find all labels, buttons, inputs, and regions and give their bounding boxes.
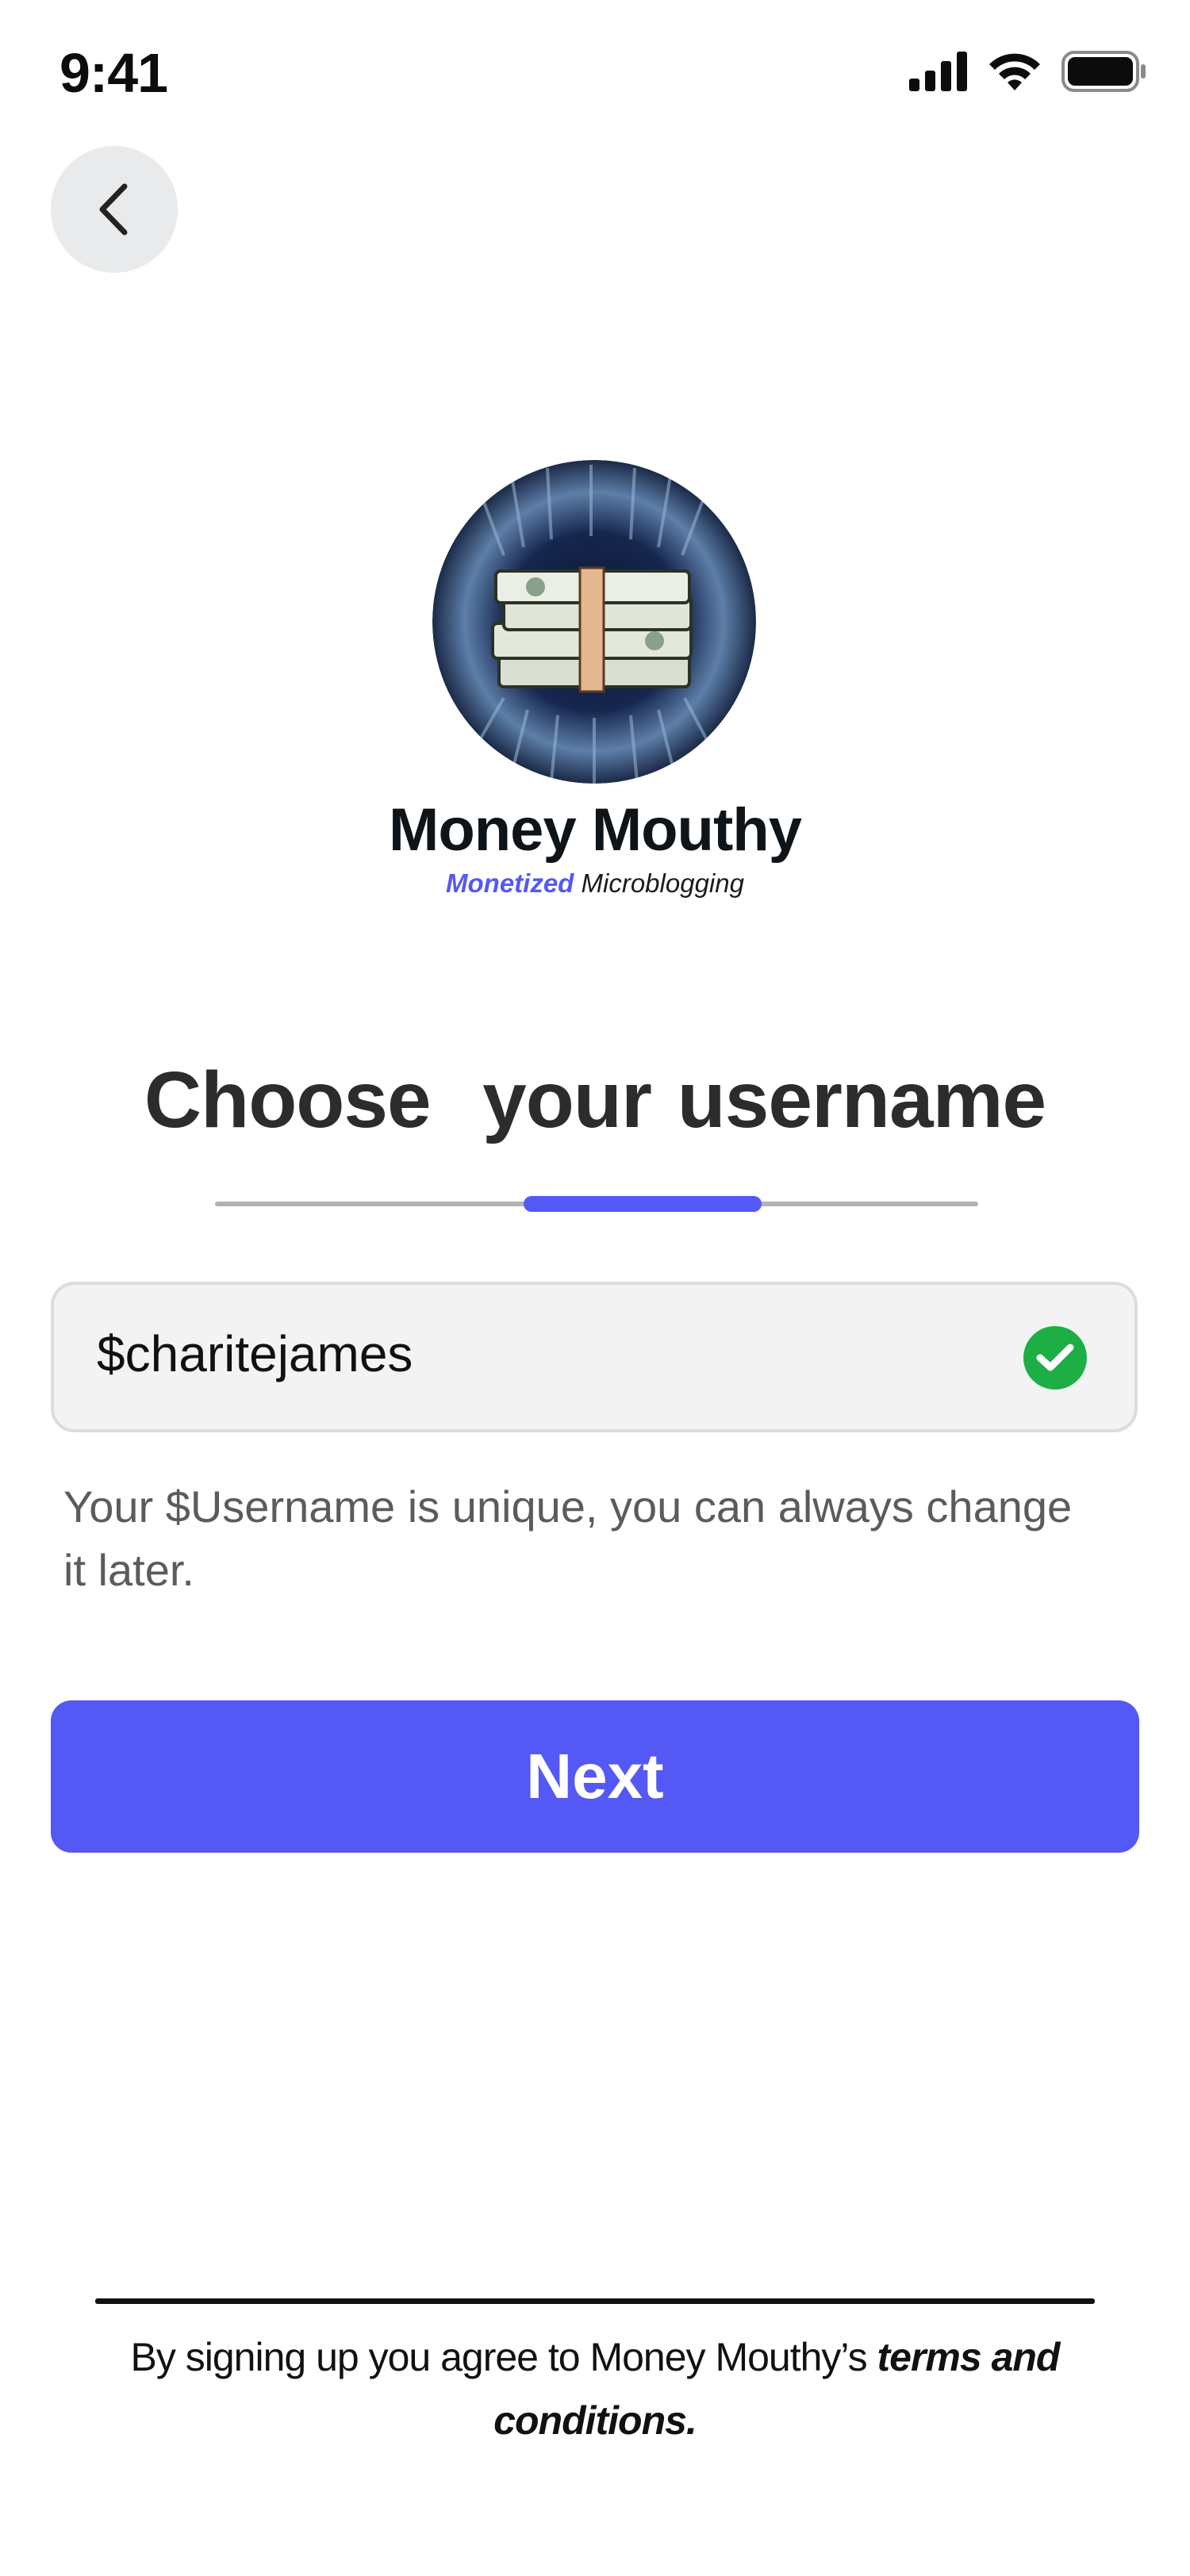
status-time: 9:41 — [60, 42, 168, 104]
status-icons — [909, 51, 1147, 92]
page-title: Choose your username — [144, 1056, 1046, 1144]
back-button[interactable] — [51, 146, 178, 273]
footer-divider — [95, 2298, 1095, 2304]
app-logo — [432, 460, 756, 784]
next-button[interactable]: Next — [51, 1700, 1139, 1853]
terms-notice: By signing up you agree to Money Mouthy’… — [119, 2325, 1071, 2452]
progress-indicator — [524, 1196, 762, 1212]
wifi-icon — [989, 53, 1040, 90]
brand-tagline-rest: Microblogging — [574, 868, 744, 898]
username-value[interactable]: $charitejames — [97, 1324, 890, 1383]
brand-tagline: Monetized Microblogging — [0, 868, 1190, 899]
battery-icon — [1061, 51, 1146, 92]
check-circle-icon — [1023, 1326, 1087, 1390]
brand-tagline-highlight: Monetized — [446, 868, 574, 898]
username-helper-text: Your $Username is unique, you can always… — [63, 1482, 1073, 1595]
cellular-signal-icon — [909, 52, 967, 91]
chevron-left-icon — [99, 183, 128, 236]
terms-prefix: By signing up you agree to Money Mouthy’… — [130, 2335, 877, 2379]
brand-name: Money Mouthy — [389, 796, 802, 864]
